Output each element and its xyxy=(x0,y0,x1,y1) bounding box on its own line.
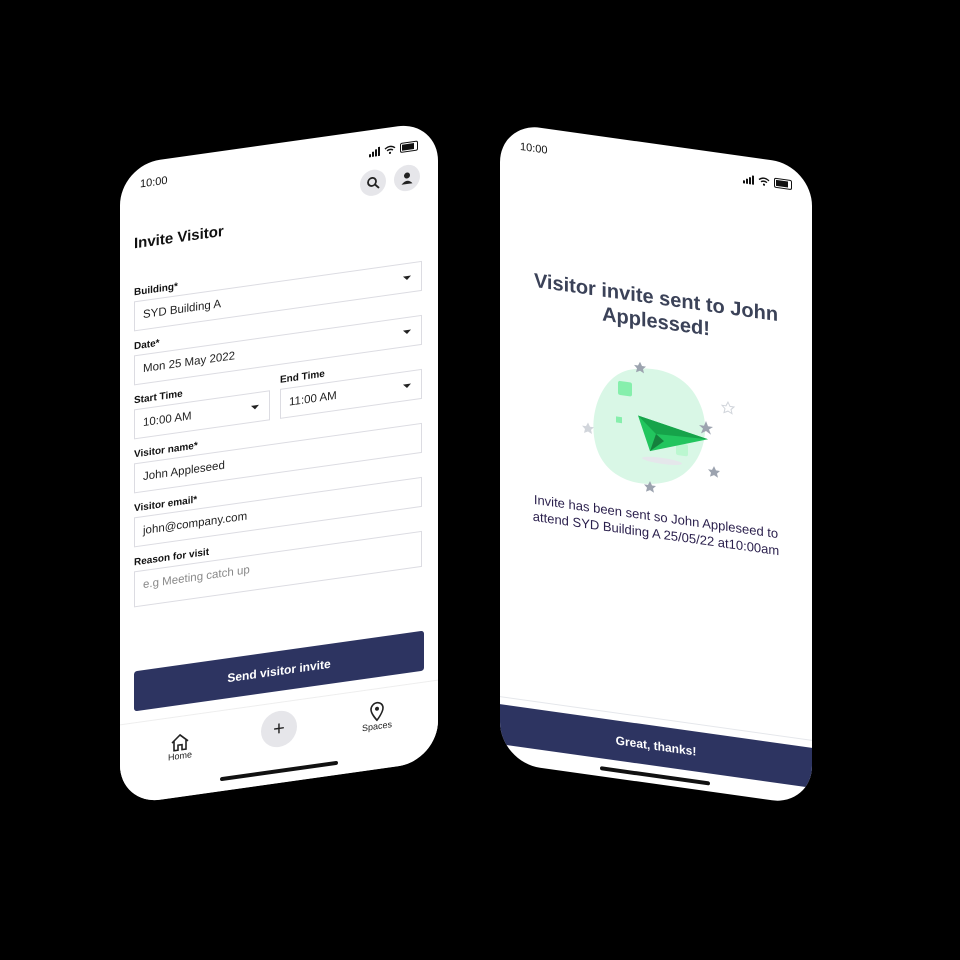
visitor-name-value: John Appleseed xyxy=(143,459,225,484)
home-indicator xyxy=(220,760,338,782)
profile-button[interactable] xyxy=(394,163,420,193)
status-bar: 10:00 xyxy=(520,139,792,193)
battery-icon xyxy=(400,140,418,153)
invite-visitor-phone: 10:00 Invite Visitor Building* SYD Build… xyxy=(120,120,438,806)
status-time: 10:00 xyxy=(140,174,168,191)
chevron-down-icon xyxy=(403,275,411,281)
reason-placeholder: e.g Meeting catch up xyxy=(143,564,250,592)
chevron-down-icon xyxy=(403,329,411,335)
visitor-email-value: john@company.com xyxy=(143,510,248,538)
search-icon xyxy=(367,176,380,189)
nav-home-label: Home xyxy=(168,749,193,763)
building-value: SYD Building A xyxy=(143,298,221,322)
date-label: Date* xyxy=(134,337,160,353)
end-time-value: 11:00 AM xyxy=(289,389,337,409)
wifi-icon xyxy=(384,145,396,154)
status-icons xyxy=(369,140,418,157)
invite-sent-phone: 10:00 Visitor invite sent to John Apples… xyxy=(500,122,812,806)
signal-icon xyxy=(369,146,380,157)
nav-spaces[interactable]: Spaces xyxy=(362,699,392,733)
signal-icon xyxy=(743,174,754,185)
search-button[interactable] xyxy=(360,167,386,198)
battery-icon xyxy=(774,177,792,191)
chevron-down-icon xyxy=(403,383,411,389)
nav-spaces-label: Spaces xyxy=(362,719,393,734)
wifi-icon xyxy=(758,176,770,186)
user-icon xyxy=(401,172,413,185)
reason-textarea[interactable]: e.g Meeting catch up xyxy=(134,530,422,608)
header-actions xyxy=(360,163,420,198)
date-value: Mon 25 May 2022 xyxy=(143,350,236,376)
location-pin-icon xyxy=(370,701,384,722)
status-icons xyxy=(743,173,792,191)
paper-plane-illustration xyxy=(582,361,736,493)
confirmation-heading: Visitor invite sent to John Applessed! xyxy=(533,269,779,341)
nav-home[interactable]: Home xyxy=(168,731,193,763)
page-title: Invite Visitor xyxy=(134,222,224,253)
status-time: 10:00 xyxy=(520,140,548,157)
add-button[interactable]: + xyxy=(261,708,297,750)
chevron-down-icon xyxy=(251,404,259,410)
start-time-value: 10:00 AM xyxy=(143,410,192,430)
